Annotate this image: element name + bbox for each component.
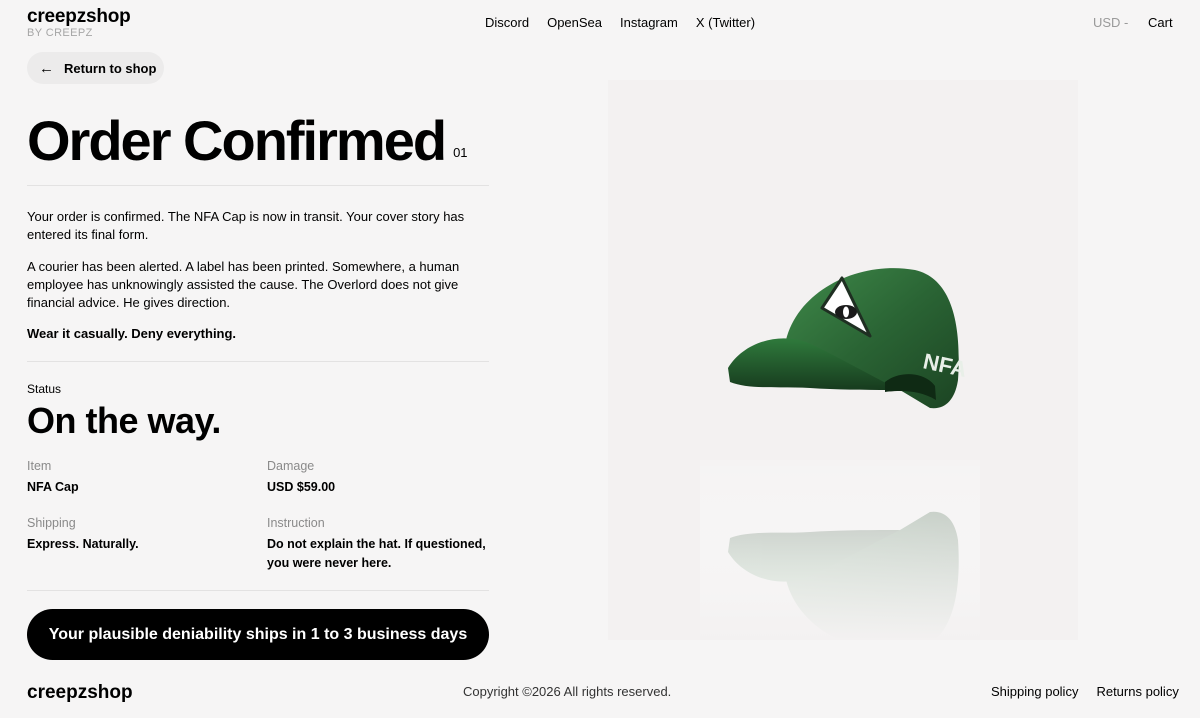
item-label: Item — [27, 459, 52, 473]
divider — [27, 590, 489, 591]
page-title-group: Order Confirmed 01 — [27, 110, 468, 172]
order-number: 01 — [453, 145, 468, 160]
status-label: Status — [27, 382, 62, 396]
nfa-cap-image: NFA — [700, 268, 980, 640]
return-to-shop-label: Return to shop — [64, 60, 157, 76]
return-to-shop-button[interactable]: ← Return to shop — [27, 52, 164, 84]
instruction-value: Do not explain the hat. If questioned, y… — [267, 537, 486, 570]
page-title: Order Confirmed — [27, 109, 447, 172]
instruction-label: Instruction — [267, 516, 325, 530]
status-value: On the way. — [27, 400, 221, 441]
tagline: Wear it casually. Deny everything. — [27, 326, 237, 341]
currency-selector[interactable]: USD - — [1093, 15, 1128, 30]
returns-policy-link[interactable]: Returns policy — [1096, 684, 1178, 699]
divider — [27, 361, 489, 362]
shipping-value: Express. Naturally. — [27, 537, 139, 551]
cap-body — [728, 268, 959, 409]
nav-link-instagram[interactable]: Instagram — [620, 15, 678, 30]
courier-paragraph: A courier has been alerted. A label has … — [27, 259, 460, 310]
nav-link-x-twitter[interactable]: X (Twitter) — [696, 15, 755, 30]
brand-subtitle: BY CREEPZ — [27, 27, 93, 39]
footer-links: Shipping policy Returns policy — [991, 684, 1179, 699]
shipping-label: Shipping — [27, 516, 76, 530]
shipping-info-button[interactable]: Your plausible deniability ships in 1 to… — [27, 609, 489, 660]
brand-logo[interactable]: creepzshop BY CREEPZ — [27, 7, 131, 40]
nav-link-discord[interactable]: Discord — [485, 15, 529, 30]
main-nav: Discord OpenSea Instagram X (Twitter) — [485, 15, 755, 30]
damage-value: USD $59.00 — [267, 480, 336, 494]
confirmation-paragraph: Your order is confirmed. The NFA Cap is … — [27, 209, 465, 242]
cart-link[interactable]: Cart — [1148, 15, 1173, 30]
item-value: NFA Cap — [27, 480, 79, 494]
shipping-policy-link[interactable]: Shipping policy — [991, 684, 1078, 699]
copyright: Copyright ©2026 All rights reserved. — [463, 684, 672, 699]
brand-name[interactable]: creepzshop — [27, 7, 131, 27]
damage-label: Damage — [267, 459, 315, 473]
divider — [27, 185, 489, 186]
arrow-left-icon: ← — [39, 59, 54, 77]
footer-brand[interactable]: creepzshop — [27, 682, 133, 704]
nav-link-opensea[interactable]: OpenSea — [547, 15, 602, 30]
